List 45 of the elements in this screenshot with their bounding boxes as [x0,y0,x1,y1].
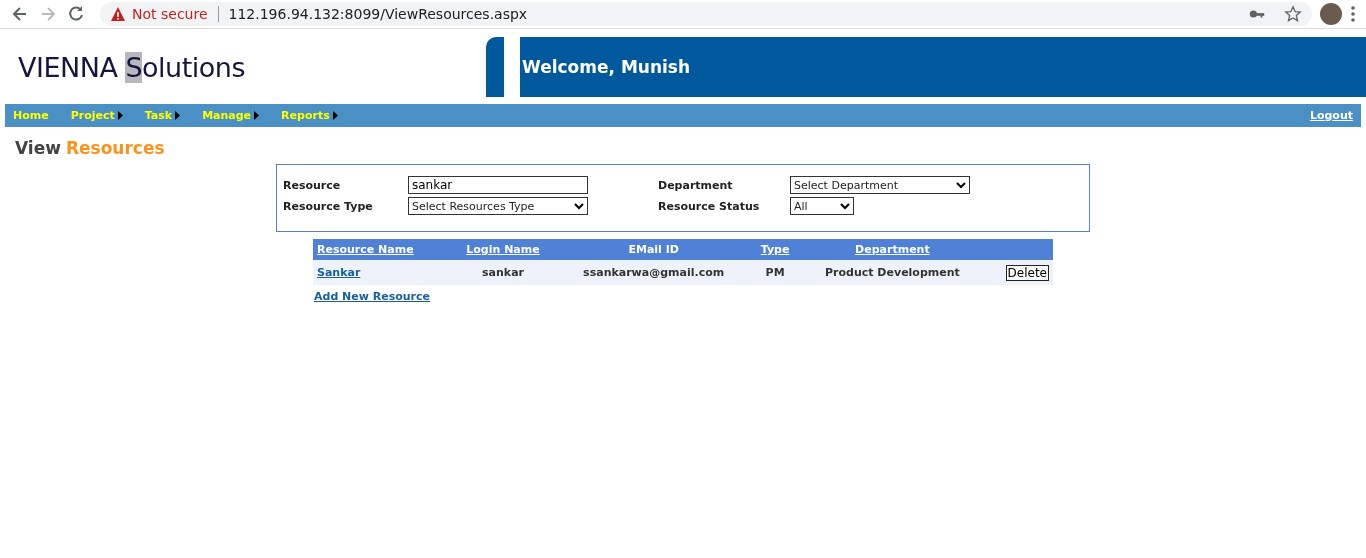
submenu-arrow-icon [254,111,260,120]
table-cell: PM [751,260,800,285]
caret-icon [840,202,850,210]
column-header[interactable]: Login Name [449,239,557,260]
field-label: Resource Status [658,198,761,215]
table-cell: ssankarwa@gmail.com [556,260,752,285]
nav-item[interactable]: Project [70,109,123,122]
url-text: 112.196.94.132:8099/ViewResources.aspx [228,6,528,22]
dropdown[interactable]: Select Department [790,176,970,194]
security-label: Not secure [132,6,208,22]
logout-link[interactable]: Logout [1309,109,1353,122]
page-title: Resources [65,138,165,158]
reload-icon[interactable] [66,4,86,24]
input-field[interactable]: sankar [408,176,588,194]
resource-link[interactable]: Sankar [313,260,450,285]
delete-button[interactable]: Delete [1005,264,1049,281]
nav-item[interactable]: Reports [281,109,338,122]
nav-item[interactable]: Task [144,109,181,122]
logo-text: VIENNA Solutions [18,51,245,83]
warning-icon [110,6,126,22]
add-resource-link[interactable]: Add New Resource [314,290,431,303]
submenu-arrow-icon [117,111,123,120]
dropdown[interactable]: All [790,197,854,215]
submenu-arrow-icon [175,111,181,120]
dropdown[interactable]: Select Resources Type [408,197,588,215]
page-title: View [15,138,61,158]
caret-icon [574,202,584,210]
address-bar[interactable]: Not secure 112.196.94.132:8099/ViewResources.aspx [100,2,1312,26]
table-cell: sankar [449,260,557,285]
field-label: Department [658,177,734,194]
welcome-text: Welcome, Munish [522,57,691,77]
nav-item[interactable]: Manage [202,109,260,122]
avatar-icon[interactable] [1320,3,1342,25]
column-header[interactable]: Resource Name [313,239,450,260]
field-label: Resource [283,177,342,194]
caret-icon [956,181,966,189]
table-cell: Product Development [799,260,986,285]
column-header[interactable]: Type [751,239,800,260]
menu-icon[interactable] [1350,4,1356,24]
field-label: Resource Type [283,198,374,215]
column-header[interactable]: Department [799,239,986,260]
column-header: EMail ID [556,239,752,260]
submenu-arrow-icon [332,111,338,120]
nav-item[interactable]: Home [13,109,49,122]
star-icon[interactable] [1284,4,1302,24]
